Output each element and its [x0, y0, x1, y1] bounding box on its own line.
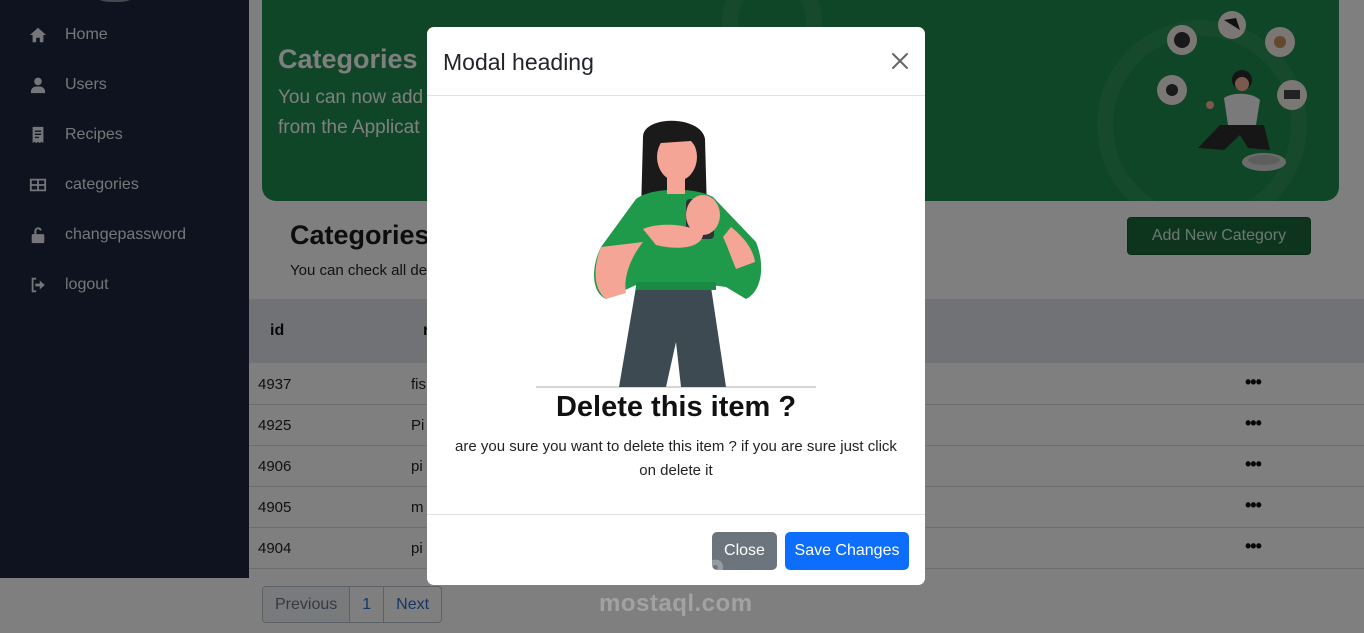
woman-phone-illustration — [536, 120, 816, 388]
watermark-text: mostaql.com — [599, 590, 753, 617]
watermark-logo: مستقل — [600, 535, 726, 582]
modal-title: Modal heading — [443, 49, 594, 75]
close-icon[interactable] — [890, 51, 910, 71]
delete-modal: Modal heading Delete this item ? are you… — [427, 27, 925, 585]
modal-message: are you sure you want to delete this ite… — [455, 438, 897, 479]
modal-heading: Delete this item ? — [555, 391, 797, 423]
modal-header: Modal heading — [427, 27, 925, 96]
save-changes-button[interactable]: Save Changes — [785, 532, 909, 570]
